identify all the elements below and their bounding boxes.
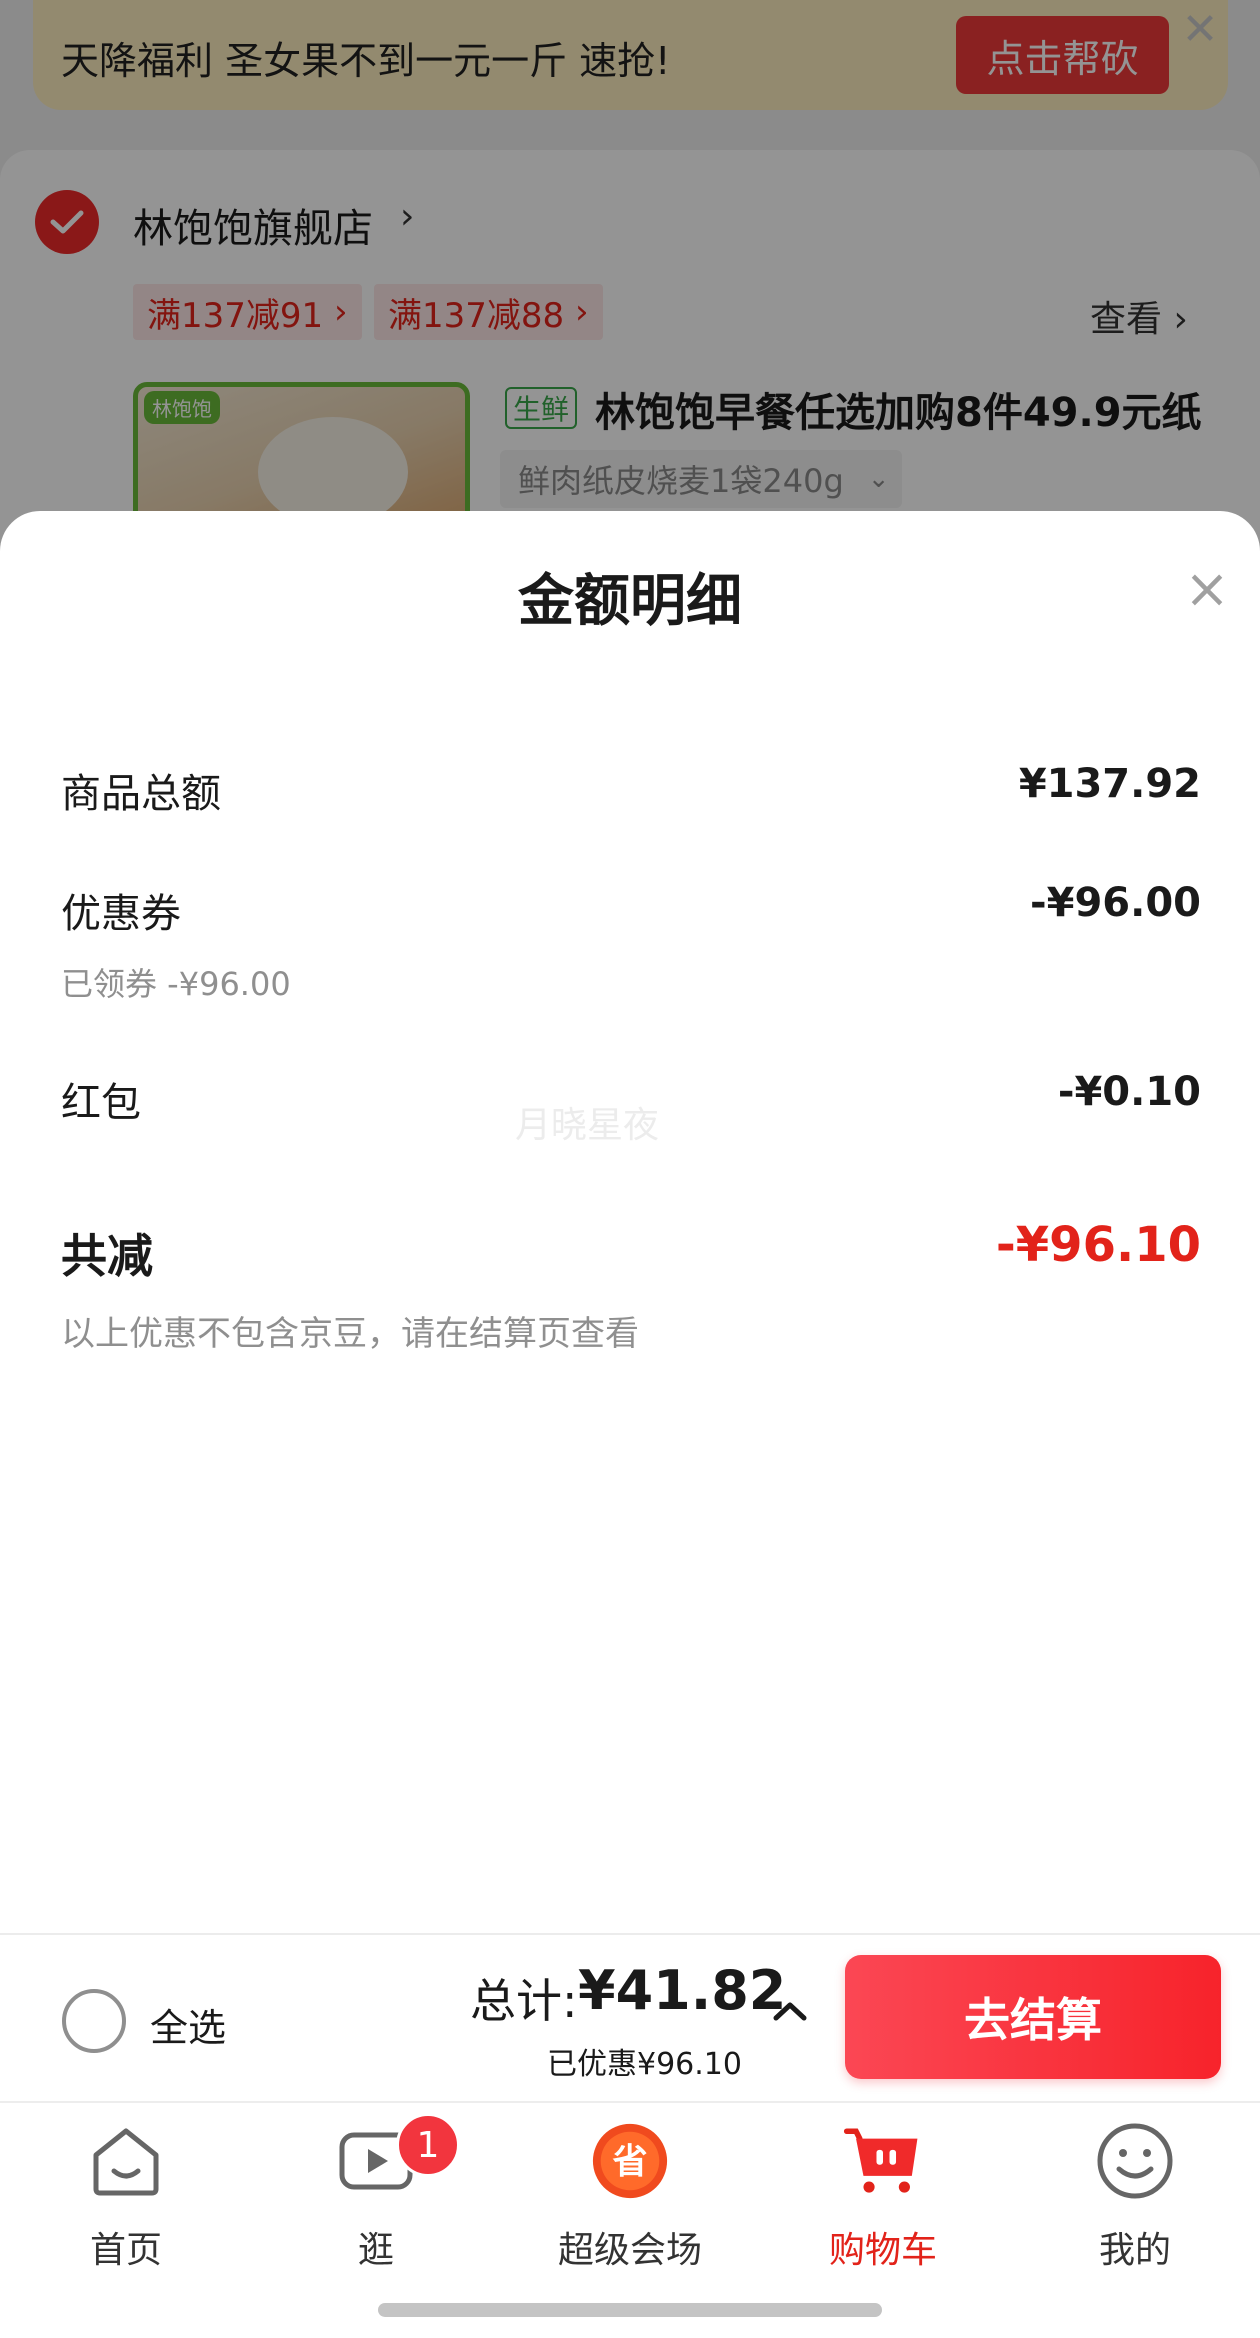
tab-home[interactable]: 首页 <box>26 2121 226 2271</box>
tab-label: 超级会场 <box>557 2230 702 2271</box>
watermark: 月晓星夜 <box>515 1105 660 1146</box>
row-label-coupon: 优惠券 <box>61 891 181 937</box>
profile-icon <box>1095 2121 1175 2201</box>
checkout-button[interactable]: 去结算 <box>845 1955 1221 2079</box>
tab-cart[interactable]: 购物车 <box>783 2121 983 2271</box>
chevron-up-icon[interactable] <box>768 1989 812 2033</box>
select-all-label[interactable]: 全选 <box>150 1997 226 2052</box>
sheet-title: 金额明细 <box>518 569 742 634</box>
tab-label: 首页 <box>89 2230 162 2271</box>
cart-icon <box>843 2121 923 2201</box>
row-label-subtotal: 商品总额 <box>61 771 221 817</box>
row-value-subtotal: ¥137.92 <box>1018 761 1201 807</box>
total-discount-note: 以上优惠不包含京豆，请在结算页查看 <box>61 1314 639 1354</box>
row-label-red-packet: 红包 <box>61 1080 141 1126</box>
dim-overlay[interactable] <box>0 0 1260 560</box>
total-prefix: 总计: <box>470 1974 578 2028</box>
tab-label: 我的 <box>1098 2230 1171 2271</box>
home-icon <box>86 2121 166 2201</box>
select-all-checkbox[interactable] <box>62 1989 126 2053</box>
tab-mine[interactable]: 我的 <box>1035 2121 1235 2271</box>
total-amount: ¥41.82 <box>578 1959 787 2022</box>
svg-text:省: 省 <box>612 2142 647 2183</box>
tab-super-venue[interactable]: 省 超级会场 <box>530 2121 730 2271</box>
saved-amount: 已优惠¥96.10 <box>547 2047 742 2082</box>
notification-badge: 1 <box>396 2113 460 2177</box>
tab-label: 逛 <box>357 2230 394 2271</box>
row-value-coupon: -¥96.00 <box>1030 880 1201 926</box>
home-indicator <box>378 2303 882 2317</box>
tab-label: 购物车 <box>828 2230 937 2271</box>
close-icon[interactable]: × <box>1175 556 1239 620</box>
row-sub-coupon: 已领券 -¥96.00 <box>61 965 291 1003</box>
tab-browse[interactable]: 1 逛 <box>276 2113 476 2271</box>
row-value-red-packet: -¥0.10 <box>1057 1069 1201 1115</box>
total-discount-value: -¥96.10 <box>995 1217 1201 1273</box>
super-venue-icon: 省 <box>590 2121 670 2201</box>
checkout-bar: 全选 总计: ¥41.82 已优惠¥96.10 去结算 <box>0 1933 1260 2101</box>
total-discount-label: 共减 <box>61 1229 153 1283</box>
